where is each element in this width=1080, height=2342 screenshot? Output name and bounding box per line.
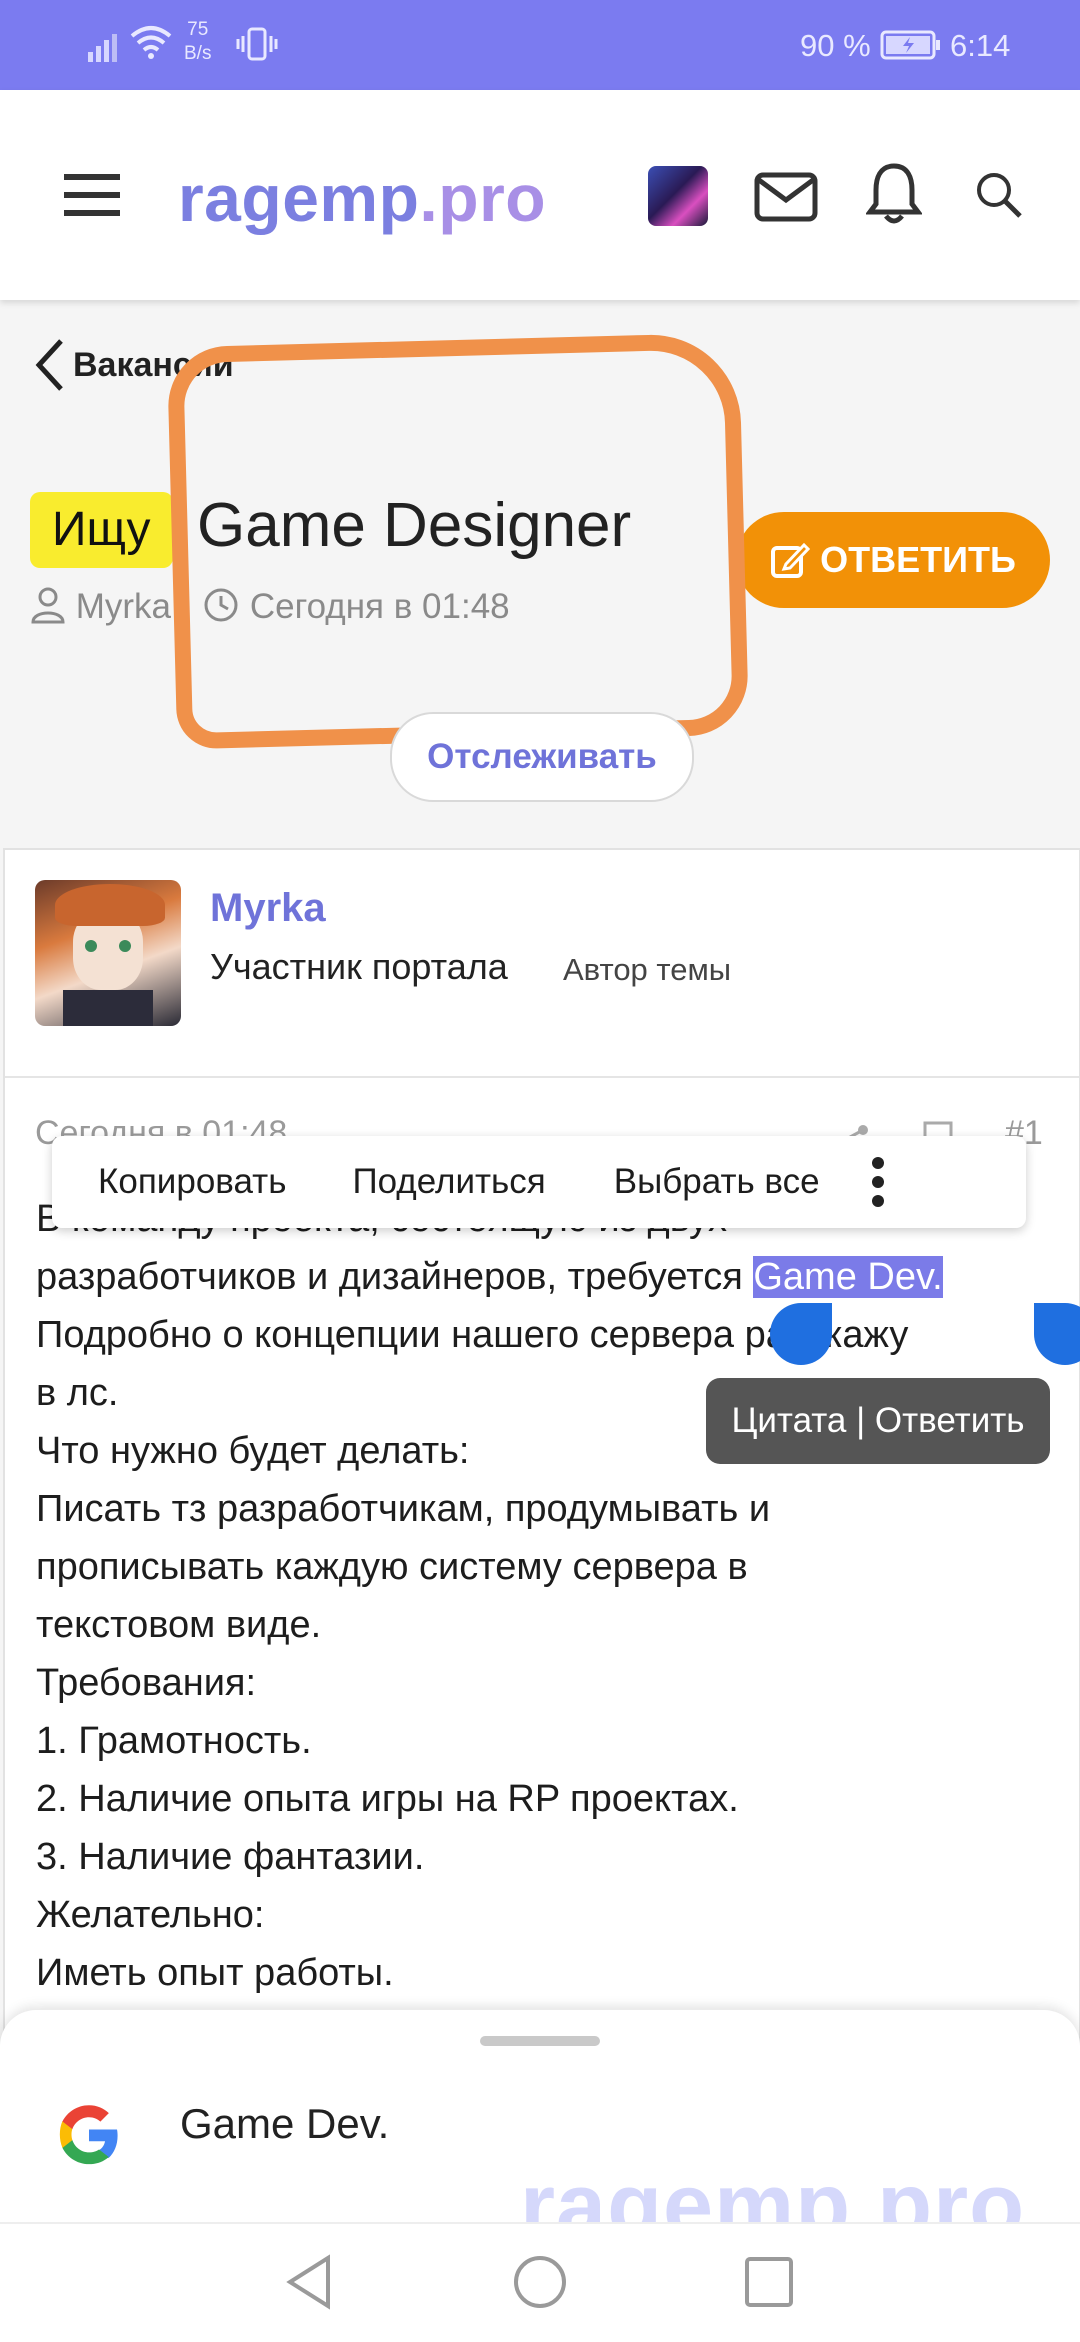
reply-button[interactable]: ОТВЕТИТЬ [736, 512, 1050, 608]
post-card: Myrka Участник портала Автор темы Сегодн… [3, 848, 1080, 2172]
post-line: Подробно о концепции нашего сервера расс… [36, 1314, 909, 1356]
post-line: Желательно: [36, 1894, 265, 1936]
post-username[interactable]: Myrka [210, 886, 326, 931]
post-body: В команду проекта, состоящую из двух раз… [36, 1190, 1046, 2002]
logo-suffix: .pro [419, 161, 547, 235]
reply-button-label: ОТВЕТИТЬ [820, 539, 1016, 580]
post-divider [5, 1076, 1079, 1078]
quote-reply-tooltip[interactable]: Цитата | Ответить [706, 1378, 1050, 1464]
post-user-title: Участник портала [210, 946, 508, 987]
network-speed-value: 75 [187, 19, 209, 40]
user-icon [31, 587, 65, 624]
text-selection-menu: Копировать Поделиться Выбрать все [52, 1136, 1026, 1228]
system-nav-bar [0, 2222, 1080, 2342]
site-logo[interactable]: ragemp.pro [178, 160, 546, 236]
signal-icon [88, 34, 117, 62]
post-line: разработчиков и дизайнеров, требуется Ga… [36, 1248, 1046, 1306]
post-line: Писать тз разработчикам, продумывать и [36, 1488, 771, 1530]
hand-drawn-highlight [166, 332, 750, 750]
post-line: 2. Наличие опыта игры на RP проектах. [36, 1778, 739, 1820]
mail-icon[interactable] [754, 172, 818, 222]
search-suggestion[interactable]: Game Dev. [180, 2100, 389, 2148]
chevron-left-icon [35, 339, 63, 391]
post-line: прописывать каждую систему сервера в [36, 1546, 748, 1588]
copy-menu-item[interactable]: Копировать [98, 1162, 286, 1202]
post-line: текстовом виде. [36, 1604, 322, 1646]
network-speed-unit: B/s [184, 43, 212, 64]
google-icon [59, 2105, 118, 2165]
edit-icon [771, 542, 811, 578]
author-tag: Автор темы [563, 952, 732, 987]
watch-button[interactable]: Отслеживать [390, 712, 694, 802]
network-speed: 75 B/s [184, 18, 211, 66]
select-all-menu-item[interactable]: Выбрать все [614, 1162, 820, 1202]
post-line: 1. Грамотность. [36, 1720, 312, 1762]
wifi-icon [130, 26, 172, 59]
bell-icon[interactable] [866, 162, 922, 226]
selected-text[interactable]: Game Dev. [753, 1256, 943, 1298]
share-menu-item[interactable]: Поделиться [352, 1162, 545, 1202]
site-header: ragemp.pro [0, 90, 1080, 300]
recents-nav-icon[interactable] [744, 2256, 794, 2308]
battery-percent: 90 % [800, 28, 871, 63]
post-avatar[interactable] [35, 880, 181, 1026]
home-nav-icon[interactable] [512, 2254, 568, 2310]
post-line-text: разработчиков и дизайнеров, требуется [36, 1256, 743, 1298]
post-line: 3. Наличие фантазии. [36, 1836, 425, 1878]
menu-icon[interactable] [64, 172, 120, 218]
status-bar: 75 B/s 90 % 6:14 [0, 0, 1080, 90]
vibrate-icon [236, 27, 278, 61]
selection-start-handle[interactable] [770, 1303, 832, 1365]
thread-author[interactable]: Myrka [76, 587, 171, 626]
battery-icon [880, 30, 940, 60]
thread-prefix-badge[interactable]: Ищу [30, 492, 173, 568]
search-icon[interactable] [974, 170, 1024, 220]
more-vertical-icon[interactable] [870, 1156, 886, 1208]
logo-main: ragemp [178, 161, 420, 235]
back-nav-icon[interactable] [284, 2254, 334, 2310]
post-line: Иметь опыт работы. [36, 1952, 394, 1994]
post-line: Требования: [36, 1662, 257, 1704]
user-avatar[interactable] [648, 166, 708, 226]
clock: 6:14 [950, 28, 1011, 63]
sheet-drag-handle[interactable] [480, 2036, 600, 2046]
